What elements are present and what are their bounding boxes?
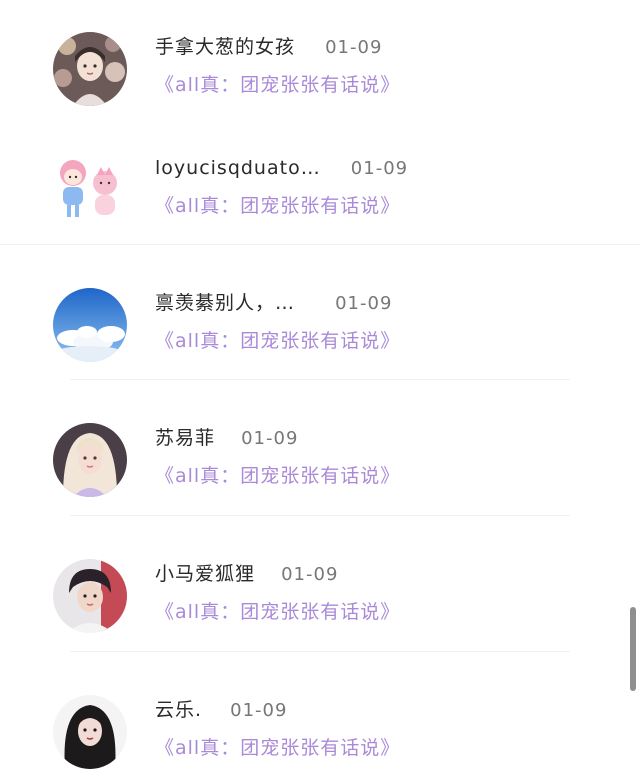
timestamp: 01-09 [230,700,288,721]
item-title: 云乐. 01-09 [155,697,287,723]
avatar[interactable] [53,153,127,227]
avatar[interactable] [53,423,127,497]
list-item[interactable]: 苏易菲 01-09 《all真：团宠张张有话说》 [0,419,640,499]
avatar[interactable] [53,695,127,769]
timestamp: 01-09 [350,158,409,179]
divider [70,651,570,652]
message-preview[interactable]: 《all真：团宠张张有话说》 [155,735,400,761]
username: 小马爱狐狸 [155,563,256,585]
item-title: 手拿大葱的女孩 01-09 [155,34,382,60]
message-preview[interactable]: 《all真：团宠张张有话说》 [155,599,400,625]
message-preview[interactable]: 《all真：团宠张张有话说》 [155,463,400,489]
divider [0,244,640,245]
list-item[interactable]: 云乐. 01-09 《all真：团宠张张有话说》 [0,691,640,771]
timestamp: 01-09 [241,428,299,449]
item-title: loyucisqduato… 01-09 [155,155,408,181]
username: 禀羡綦别人，… [155,292,296,314]
item-title: 苏易菲 01-09 [155,425,298,451]
avatar[interactable] [53,288,127,362]
list-item[interactable]: 禀羡綦别人，… 01-09 《all真：团宠张张有话说》 [0,284,640,364]
item-title: 小马爱狐狸 01-09 [155,561,338,587]
list-item[interactable]: loyucisqduato… 01-09 《all真：团宠张张有话说》 [0,149,640,229]
item-title: 禀羡綦别人，… 01-09 [155,290,392,316]
timestamp: 01-09 [281,564,339,585]
username: 手拿大葱的女孩 [155,36,296,58]
divider [70,515,570,516]
list-item[interactable]: 手拿大葱的女孩 01-09 《all真：团宠张张有话说》 [0,28,640,108]
message-preview[interactable]: 《all真：团宠张张有话说》 [155,72,400,98]
divider [70,379,570,380]
avatar[interactable] [53,32,127,106]
username: loyucisqduato… [155,157,321,179]
scrollbar[interactable] [630,607,636,691]
list-item[interactable]: 小马爱狐狸 01-09 《all真：团宠张张有话说》 [0,555,640,635]
message-preview[interactable]: 《all真：团宠张张有话说》 [155,193,400,219]
username: 云乐. [155,699,203,721]
username: 苏易菲 [155,427,216,449]
message-preview[interactable]: 《all真：团宠张张有话说》 [155,328,400,354]
timestamp: 01-09 [325,37,383,58]
timestamp: 01-09 [335,293,393,314]
avatar[interactable] [53,559,127,633]
